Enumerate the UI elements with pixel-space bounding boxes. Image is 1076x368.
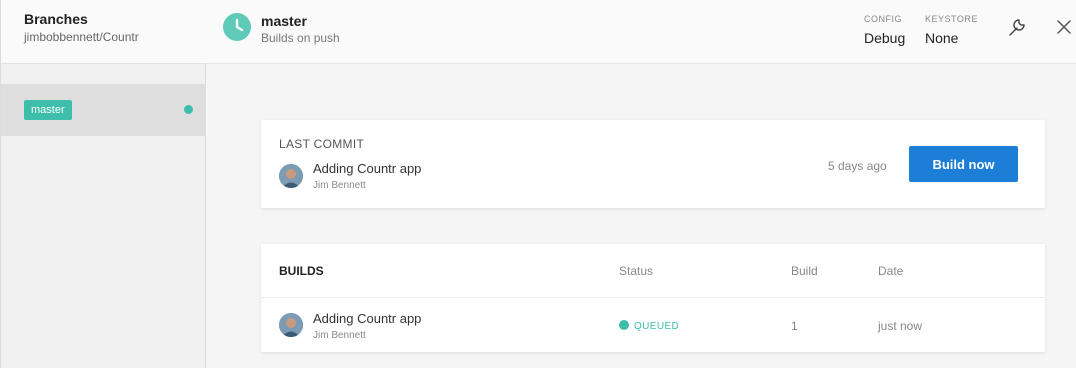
last-commit-label: LAST COMMIT bbox=[279, 137, 365, 151]
commit-message: Adding Countr app bbox=[313, 161, 422, 176]
builds-title: BUILDS bbox=[279, 264, 324, 278]
build-commit-message: Adding Countr app bbox=[313, 311, 422, 326]
keystore-value: None bbox=[925, 30, 959, 46]
sidebar-item-master[interactable]: master bbox=[1, 84, 206, 136]
clock-icon bbox=[223, 13, 251, 41]
branch-title: master bbox=[261, 13, 307, 29]
build-now-button[interactable]: Build now bbox=[909, 146, 1018, 182]
builds-table: BUILDS Status Build Date Adding Countr a… bbox=[261, 244, 1045, 352]
column-header-date: Date bbox=[878, 264, 904, 278]
branch-build-trigger: Builds on push bbox=[261, 31, 340, 45]
sidebar-header: Branches jimbobbennett/Countr bbox=[1, 0, 206, 64]
column-header-build: Build bbox=[791, 264, 818, 278]
sidebar: Branches jimbobbennett/Countr master bbox=[0, 0, 206, 368]
build-status-icon bbox=[184, 105, 193, 114]
config-label: CONFIG bbox=[864, 14, 902, 24]
config-value: Debug bbox=[864, 30, 906, 46]
keystore-label: KEYSTORE bbox=[925, 14, 978, 24]
last-commit-card: LAST COMMIT Adding Countr app Jim Bennet… bbox=[261, 120, 1045, 208]
build-date: just now bbox=[878, 319, 923, 333]
avatar bbox=[279, 164, 303, 188]
avatar bbox=[279, 313, 303, 337]
build-number: 1 bbox=[791, 319, 798, 333]
close-icon[interactable] bbox=[1052, 15, 1076, 39]
status-badge: QUEUED bbox=[619, 320, 679, 332]
divider bbox=[261, 297, 1045, 298]
commit-time: 5 days ago bbox=[828, 159, 887, 173]
build-author: Jim Bennett bbox=[313, 330, 366, 341]
wrench-icon[interactable] bbox=[1006, 16, 1028, 38]
clock-icon bbox=[619, 320, 629, 330]
branch-header: master Builds on push CONFIG Debug KEYST… bbox=[206, 0, 1076, 64]
branch-label: master bbox=[24, 100, 72, 120]
commit-author: Jim Bennett bbox=[313, 180, 366, 191]
sidebar-title: Branches bbox=[24, 11, 88, 27]
column-header-status: Status bbox=[619, 264, 654, 278]
status-text: QUEUED bbox=[634, 321, 680, 332]
sidebar-repo-name: jimbobbennett/Countr bbox=[24, 30, 139, 44]
